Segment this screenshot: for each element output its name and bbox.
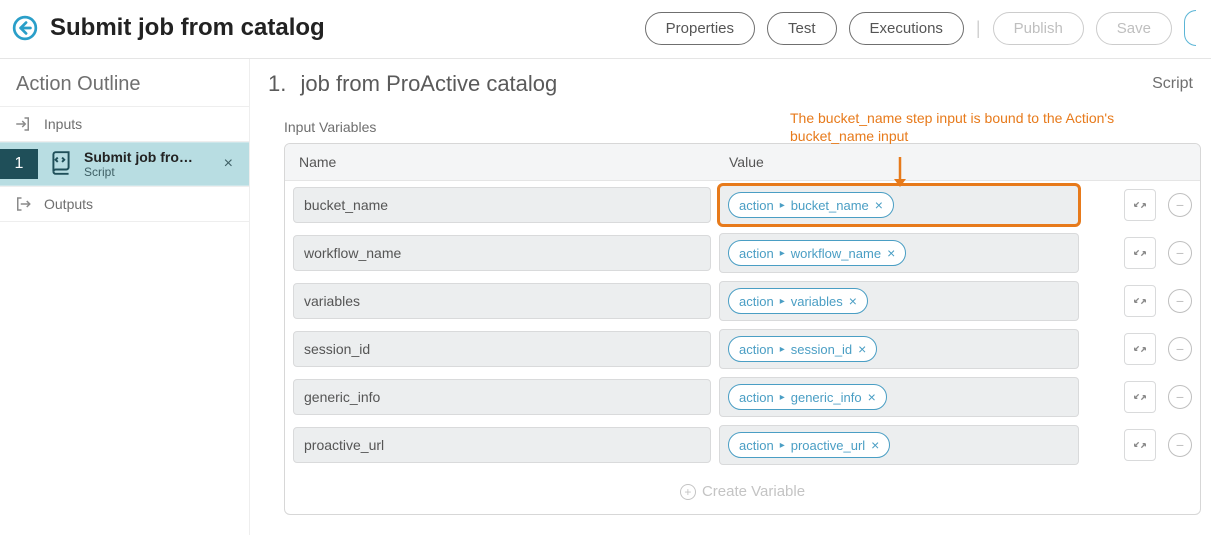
page-title: Submit job from catalog [50,14,325,42]
col-name-header: Name [299,154,729,170]
arrow-down-icon [890,155,910,192]
chip-remove-icon[interactable]: × [858,341,866,357]
expand-icon[interactable] [1124,285,1156,317]
variable-name-field[interactable]: variables [293,283,711,319]
chip-remove-icon[interactable]: × [868,389,876,405]
divider: | [976,18,981,39]
main-title: 1. job from ProActive catalog [268,71,557,97]
step-name: Submit job fro… [84,149,218,165]
partial-button[interactable] [1184,10,1196,46]
binding-chip[interactable]: action▸bucket_name× [728,192,894,218]
inputs-label: Inputs [44,116,82,132]
variables-box: Name Value bucket_name action▸bucket_name… [284,143,1201,515]
col-value-header: Value [729,154,1186,170]
variables-header: Name Value [285,144,1200,181]
remove-row-icon[interactable]: − [1168,193,1192,217]
variable-value-field[interactable]: action▸session_id× [719,329,1079,369]
variable-value-field[interactable]: action▸variables× [719,281,1079,321]
remove-row-icon[interactable]: − [1168,289,1192,313]
chip-remove-icon[interactable]: × [849,293,857,309]
sidebar: Action Outline Inputs 1 Submit job fro… … [0,59,250,535]
sidebar-item-inputs[interactable]: Inputs [0,106,249,142]
variable-row: proactive_url action▸proactive_url× − [285,421,1200,469]
sidebar-title: Action Outline [0,59,249,106]
save-button: Save [1096,12,1172,45]
plus-icon: + [680,484,696,500]
chip-remove-icon[interactable]: × [887,245,895,261]
close-icon[interactable]: × [218,155,239,173]
remove-row-icon[interactable]: − [1168,337,1192,361]
expand-icon[interactable] [1124,381,1156,413]
create-variable-button[interactable]: + Create Variable [285,469,1200,514]
properties-button[interactable]: Properties [645,12,755,45]
variable-row: workflow_name action▸workflow_name× − [285,229,1200,277]
main-tag: Script [1152,75,1193,93]
step-sub: Script [84,165,218,179]
expand-icon[interactable] [1124,429,1156,461]
variable-row: bucket_name action▸bucket_name× − [285,181,1200,229]
chip-remove-icon[interactable]: × [871,437,879,453]
main-panel: 1. job from ProActive catalog Script The… [250,59,1211,535]
sidebar-item-outputs[interactable]: Outputs [0,186,249,222]
main-title-text: job from ProActive catalog [300,71,557,96]
header: Submit job from catalog Properties Test … [0,0,1211,59]
variable-row: session_id action▸session_id× − [285,325,1200,373]
variable-value-field[interactable]: action▸workflow_name× [719,233,1079,273]
binding-chip[interactable]: action▸generic_info× [728,384,887,410]
variable-name-field[interactable]: session_id [293,331,711,367]
variable-name-field[interactable]: bucket_name [293,187,711,223]
sidebar-step[interactable]: 1 Submit job fro… Script × [0,142,249,186]
binding-chip[interactable]: action▸proactive_url× [728,432,890,458]
variable-name-field[interactable]: workflow_name [293,235,711,271]
test-button[interactable]: Test [767,12,837,45]
executions-button[interactable]: Executions [849,12,964,45]
remove-row-icon[interactable]: − [1168,385,1192,409]
back-icon[interactable] [10,13,40,43]
variable-name-field[interactable]: proactive_url [293,427,711,463]
binding-chip[interactable]: action▸variables× [728,288,868,314]
variable-row: variables action▸variables× − [285,277,1200,325]
main-number: 1. [268,71,286,96]
variable-value-field[interactable]: action▸proactive_url× [719,425,1079,465]
annotation-text: The bucket_name step input is bound to t… [790,109,1114,145]
outputs-label: Outputs [44,196,93,212]
variable-name-field[interactable]: generic_info [293,379,711,415]
expand-icon[interactable] [1124,189,1156,221]
create-variable-label: Create Variable [702,483,805,500]
variable-value-field[interactable]: action▸generic_info× [719,377,1079,417]
binding-chip[interactable]: action▸workflow_name× [728,240,906,266]
publish-button: Publish [993,12,1084,45]
remove-row-icon[interactable]: − [1168,433,1192,457]
script-icon [48,150,74,179]
binding-chip[interactable]: action▸session_id× [728,336,877,362]
expand-icon[interactable] [1124,333,1156,365]
expand-icon[interactable] [1124,237,1156,269]
chip-remove-icon[interactable]: × [875,197,883,213]
step-number: 1 [0,149,38,179]
variable-row: generic_info action▸generic_info× − [285,373,1200,421]
remove-row-icon[interactable]: − [1168,241,1192,265]
